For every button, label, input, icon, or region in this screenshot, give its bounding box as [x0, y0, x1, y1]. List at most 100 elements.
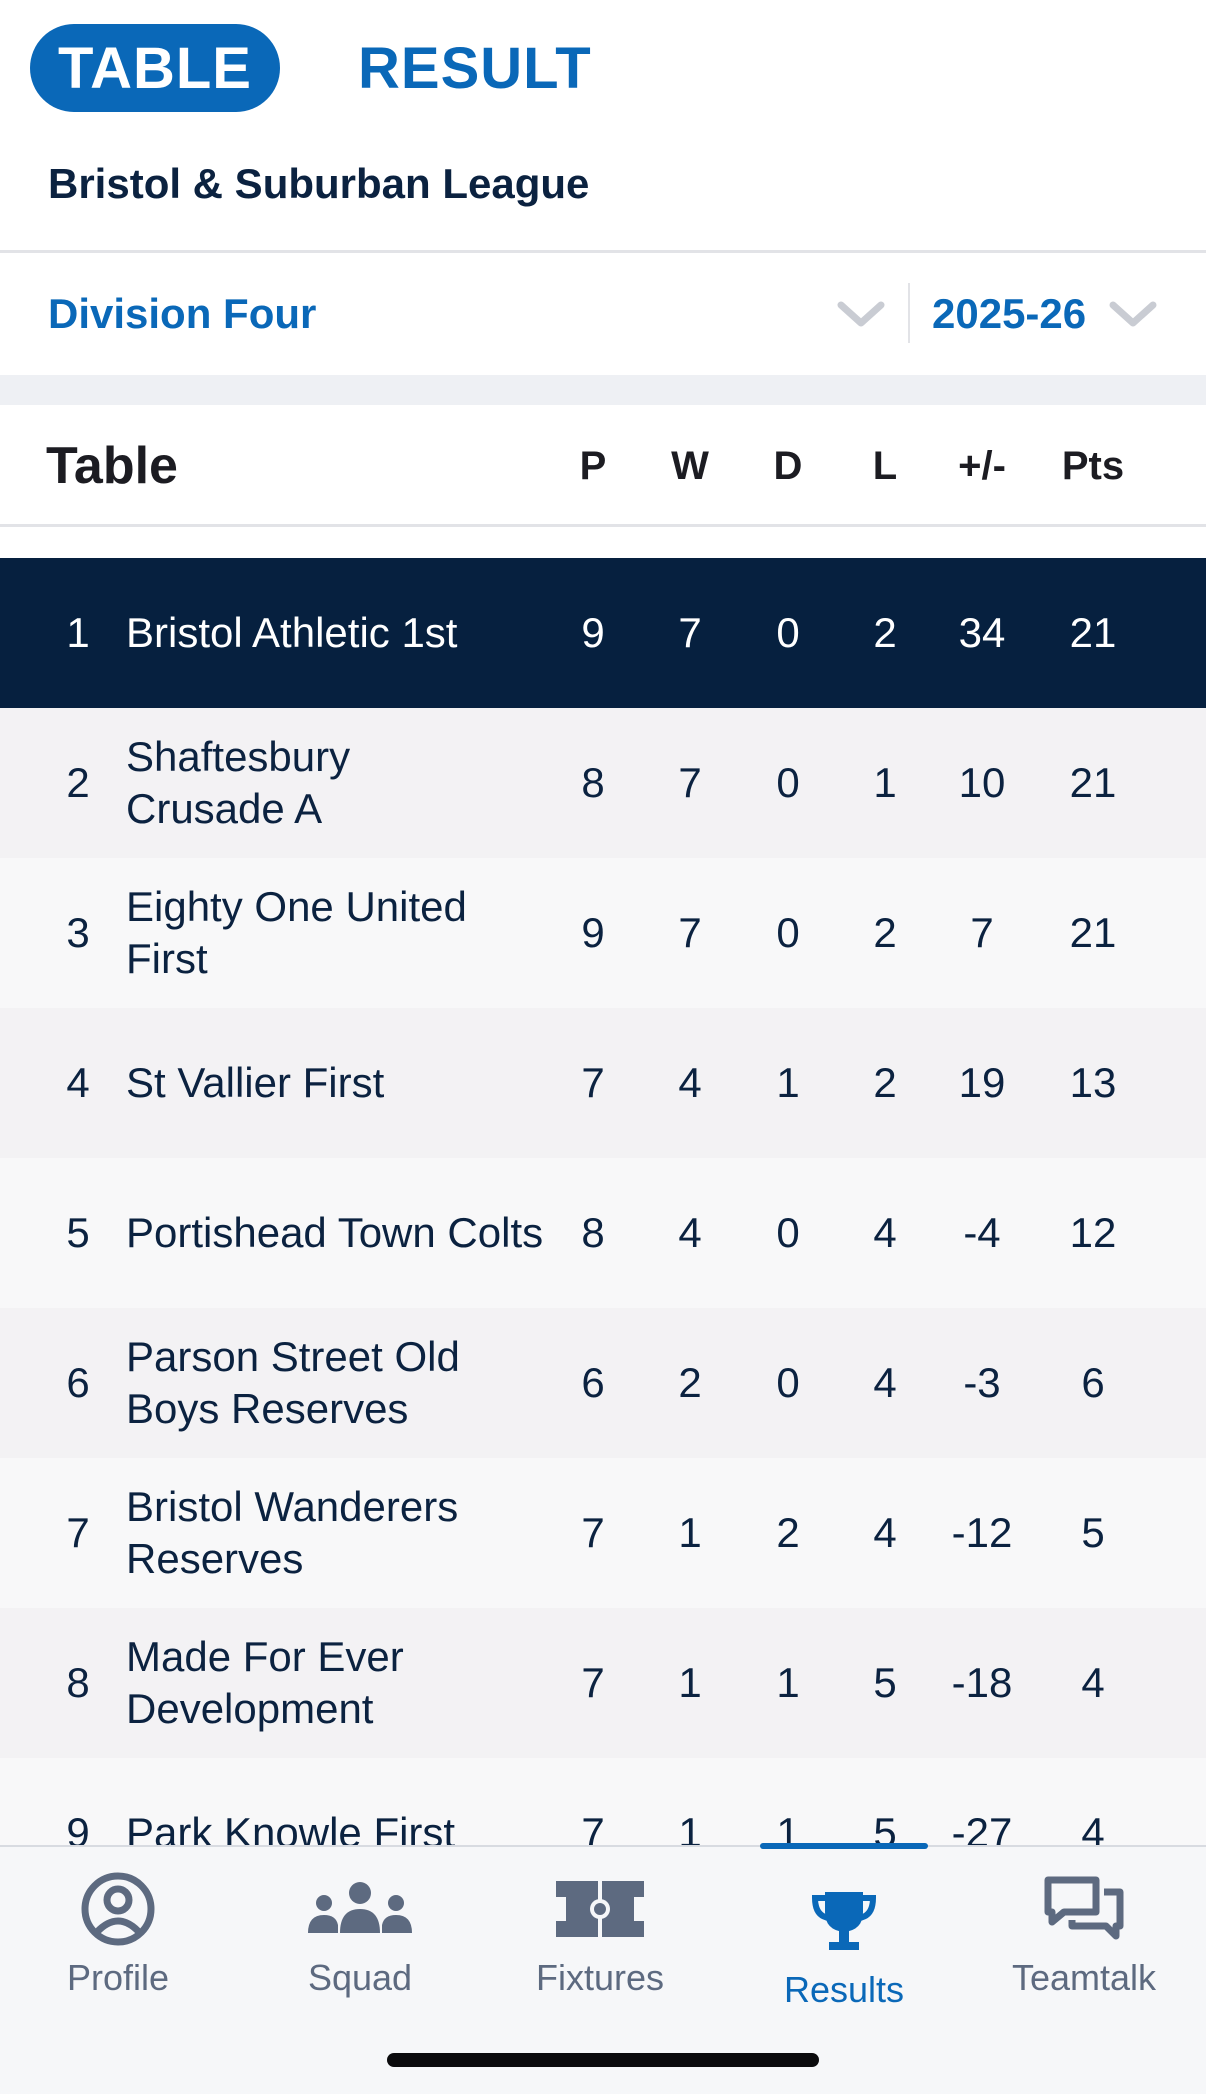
- column-header-points: Pts: [1061, 443, 1125, 488]
- table-row[interactable]: 8 Made For Ever Development 7 1 1 5 -18 …: [0, 1608, 1206, 1758]
- row-position: 5: [66, 1209, 90, 1256]
- row-won: 4: [678, 1059, 702, 1106]
- row-drawn: 1: [776, 1659, 800, 1706]
- row-position: 3: [66, 909, 90, 956]
- nav-label: Squad: [307, 1957, 413, 1998]
- nav-label: Profile: [66, 1957, 170, 1998]
- section-gap: [0, 375, 1206, 405]
- row-points: 4: [1081, 1659, 1105, 1706]
- row-won: 7: [678, 909, 702, 956]
- row-team-name: Shaftesbury Crusade A: [126, 733, 351, 832]
- row-played: 8: [581, 759, 605, 806]
- selector-separator: [908, 283, 910, 343]
- row-drawn: 2: [776, 1509, 800, 1556]
- row-won: 2: [678, 1359, 702, 1406]
- table-row[interactable]: 2 Shaftesbury Crusade A 8 7 0 1 10 21: [0, 708, 1206, 858]
- row-drawn: 1: [776, 1059, 800, 1106]
- nav-teamtalk[interactable]: Teamtalk: [984, 1847, 1184, 2007]
- row-points: 6: [1081, 1359, 1105, 1406]
- row-goal-difference: -12: [951, 1509, 1013, 1556]
- view-tabs: TABLE RESULT: [0, 0, 1206, 140]
- column-header-lost: L: [872, 443, 898, 488]
- row-goal-difference: 7: [970, 909, 994, 956]
- row-played: 9: [581, 909, 605, 956]
- row-points: 21: [1069, 759, 1117, 806]
- column-header-goal-difference: +/-: [958, 443, 1006, 488]
- table-row[interactable]: 3 Eighty One United First 9 7 0 2 7 21: [0, 858, 1206, 1008]
- row-goal-difference: -3: [963, 1359, 1001, 1406]
- row-lost: 4: [873, 1209, 897, 1256]
- season-select[interactable]: 2025-26: [932, 253, 1086, 375]
- nav-profile[interactable]: Profile: [18, 1847, 218, 2007]
- row-points: 21: [1069, 609, 1117, 656]
- row-goal-difference: 10: [958, 759, 1006, 806]
- people-group-icon: [260, 1869, 460, 1949]
- row-lost: 2: [873, 1059, 897, 1106]
- row-team-name: St Vallier First: [126, 1059, 385, 1106]
- row-position: 8: [66, 1659, 90, 1706]
- table-row[interactable]: 5 Portishead Town Colts 8 4 0 4 -4 12: [0, 1158, 1206, 1308]
- table-row[interactable]: 7 Bristol Wanderers Reserves 7 1 2 4 -12…: [0, 1458, 1206, 1608]
- table-row[interactable]: 4 St Vallier First 7 4 1 2 19 13: [0, 1008, 1206, 1158]
- division-select[interactable]: Division Four: [48, 253, 316, 375]
- league-name: Bristol & Suburban League: [48, 160, 590, 207]
- row-position: 1: [66, 609, 90, 656]
- nav-squad[interactable]: Squad: [260, 1847, 460, 2007]
- column-header-played: P: [579, 443, 607, 488]
- row-goal-difference: -18: [951, 1659, 1013, 1706]
- nav-label: Fixtures: [535, 1957, 665, 1998]
- row-points: 12: [1069, 1209, 1117, 1256]
- tab-table[interactable]: TABLE: [30, 24, 280, 112]
- table-title: Table: [46, 437, 178, 495]
- table-header: Table P W D L +/- Pts: [0, 405, 1206, 527]
- row-points: 13: [1069, 1059, 1117, 1106]
- row-team-name: Parson Street Old Boys Reserves: [126, 1333, 460, 1432]
- row-won: 1: [678, 1509, 702, 1556]
- row-lost: 2: [873, 909, 897, 956]
- row-played: 7: [581, 1059, 605, 1106]
- row-drawn: 0: [776, 609, 800, 656]
- row-team-name: Made For Ever Development: [126, 1633, 404, 1732]
- row-won: 4: [678, 1209, 702, 1256]
- row-goal-difference: -4: [963, 1209, 1001, 1256]
- tab-result[interactable]: RESULT: [358, 24, 592, 112]
- column-header-won: W: [671, 443, 709, 488]
- row-team-name: Bristol Wanderers Reserves: [126, 1483, 459, 1582]
- active-tab-indicator: [760, 1843, 928, 1849]
- row-played: 7: [581, 1659, 605, 1706]
- table-row[interactable]: 6 Parson Street Old Boys Reserves 6 2 0 …: [0, 1308, 1206, 1458]
- trophy-icon: [744, 1881, 944, 1961]
- column-header-drawn: D: [773, 443, 803, 488]
- nav-label: Teamtalk: [1011, 1957, 1157, 1998]
- row-position: 2: [66, 759, 90, 806]
- row-won: 7: [678, 609, 702, 656]
- row-played: 7: [581, 1509, 605, 1556]
- table-row[interactable]: 1 Bristol Athletic 1st 9 7 0 2 34 21: [0, 558, 1206, 708]
- nav-results[interactable]: Results: [744, 1847, 944, 2010]
- row-lost: 4: [873, 1509, 897, 1556]
- row-drawn: 0: [776, 1209, 800, 1256]
- row-played: 8: [581, 1209, 605, 1256]
- pitch-icon: [500, 1869, 700, 1949]
- row-team-name: Eighty One United First: [126, 883, 467, 982]
- filter-bar: Division Four 2025-26: [0, 253, 1206, 375]
- chevron-down-icon[interactable]: [836, 253, 886, 375]
- row-points: 5: [1081, 1509, 1105, 1556]
- nav-fixtures[interactable]: Fixtures: [500, 1847, 700, 2007]
- row-position: 6: [66, 1359, 90, 1406]
- row-lost: 5: [873, 1659, 897, 1706]
- row-drawn: 0: [776, 759, 800, 806]
- row-drawn: 0: [776, 1359, 800, 1406]
- row-played: 9: [581, 609, 605, 656]
- row-position: 7: [66, 1509, 90, 1556]
- row-lost: 2: [873, 609, 897, 656]
- row-lost: 1: [873, 759, 897, 806]
- row-goal-difference: 19: [958, 1059, 1006, 1106]
- chat-bubbles-icon: [984, 1869, 1184, 1949]
- chevron-down-icon[interactable]: [1108, 253, 1158, 375]
- user-circle-icon: [18, 1869, 218, 1949]
- row-points: 21: [1069, 909, 1117, 956]
- home-indicator: [387, 2053, 819, 2067]
- row-played: 6: [581, 1359, 605, 1406]
- row-won: 1: [678, 1659, 702, 1706]
